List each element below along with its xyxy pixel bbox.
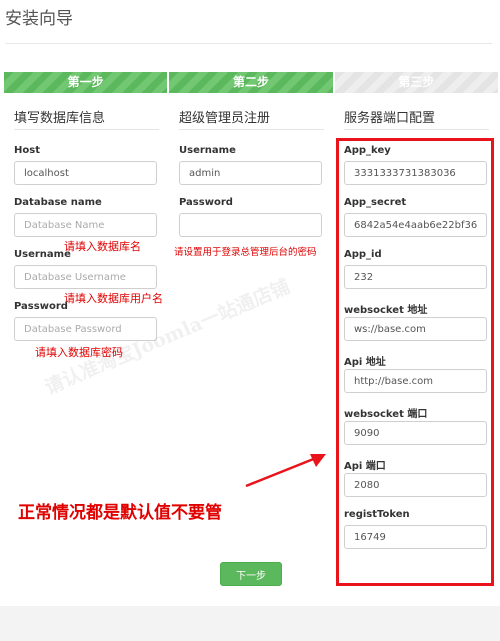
server-heading-rule (344, 129, 489, 130)
step-progress-bar: 第一步 第二步 第三步 (4, 72, 498, 93)
title-divider (5, 43, 492, 44)
red-arrow-icon (245, 454, 326, 488)
db-name-label: Database name (14, 197, 102, 208)
admin-username-label: Username (179, 145, 236, 156)
admin-password-input[interactable] (179, 213, 322, 237)
db-username-input[interactable] (14, 265, 157, 289)
db-host-label: Host (14, 145, 40, 156)
db-name-annotation: 请填入数据库名 (64, 240, 141, 253)
defaults-annotation: 正常情况都是默认值不要管 (18, 503, 222, 523)
server-heading: 服务器端口配置 (344, 111, 436, 126)
admin-password-label: Password (179, 197, 233, 208)
page-title: 安装向导 (5, 9, 73, 29)
page-footer (0, 606, 500, 641)
admin-heading: 超级管理员注册 (179, 111, 271, 126)
admin-username-input[interactable] (179, 161, 322, 185)
database-heading-rule (14, 129, 159, 130)
server-config-highlight-box (336, 138, 494, 586)
database-section: 填写数据库信息 (14, 110, 159, 130)
server-section: 服务器端口配置 (344, 110, 489, 130)
database-heading: 填写数据库信息 (14, 111, 106, 126)
step-3: 第三步 (332, 72, 498, 93)
admin-password-annotation: 请设置用于登录总管理后台的密码 (174, 247, 317, 258)
next-step-button[interactable]: 下一步 (220, 562, 282, 586)
db-username-annotation: 请填入数据库用户名 (64, 292, 163, 305)
db-password-label: Password (14, 301, 68, 312)
db-name-input[interactable] (14, 213, 157, 237)
db-host-input[interactable] (14, 161, 157, 185)
admin-heading-rule (179, 129, 324, 130)
admin-section: 超级管理员注册 (179, 110, 324, 130)
db-username-label: Username (14, 249, 71, 260)
step-2: 第二步 (167, 72, 333, 93)
step-1: 第一步 (4, 72, 168, 93)
